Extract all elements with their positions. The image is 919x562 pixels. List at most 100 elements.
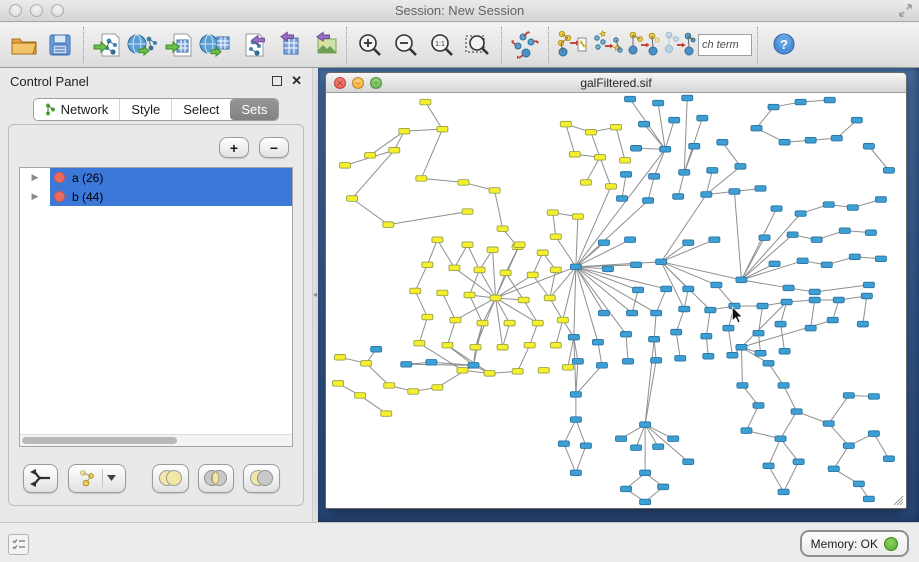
list-item[interactable]: ▶ a (26)	[20, 168, 292, 187]
graph-node	[580, 443, 591, 449]
graph-node	[570, 264, 581, 270]
zoom-out-button[interactable]	[388, 26, 424, 64]
graph-node	[707, 168, 718, 174]
graph-node	[669, 117, 680, 123]
float-panel-button[interactable]	[272, 76, 282, 86]
set-difference-button[interactable]	[243, 464, 280, 493]
graph-node	[809, 297, 820, 303]
graph-node	[562, 365, 573, 371]
graph-node	[781, 299, 792, 305]
fullscreen-icon[interactable]	[898, 3, 913, 18]
graph-node	[755, 186, 766, 192]
zoom-out-icon	[393, 32, 419, 58]
graph-node	[805, 137, 816, 143]
graph-node	[512, 369, 523, 375]
graph-node	[602, 266, 613, 272]
import-network-web-button[interactable]	[125, 26, 161, 64]
save-session-button[interactable]	[42, 26, 78, 64]
splitter-collapse-icon[interactable]: ◂	[313, 290, 317, 299]
graph-node	[420, 99, 431, 105]
import-table-web-icon	[199, 31, 231, 59]
memory-status-button[interactable]: Memory: OK	[800, 530, 909, 557]
graph-node	[736, 344, 747, 350]
graph-node	[381, 411, 392, 417]
graph-node	[432, 237, 443, 243]
graph-node	[355, 393, 366, 399]
graph-node	[605, 184, 616, 190]
tab-style[interactable]: Style	[119, 99, 171, 120]
graph-node	[883, 456, 894, 462]
task-history-button[interactable]	[8, 534, 29, 555]
import-network-file-button[interactable]	[89, 26, 125, 64]
graph-node	[729, 303, 740, 309]
graph-node	[414, 340, 425, 346]
zoom-in-button[interactable]	[352, 26, 388, 64]
set-union-button[interactable]	[152, 464, 189, 493]
graph-node	[462, 209, 473, 215]
control-panel-title: Control Panel	[10, 74, 272, 89]
graph-node	[568, 334, 579, 340]
graph-node	[625, 96, 636, 102]
graph-node	[778, 489, 789, 495]
expand-arrow-icon[interactable]: ▶	[20, 172, 50, 183]
list-item[interactable]: ▶ b (44)	[20, 187, 292, 206]
import-table-web-button[interactable]	[197, 26, 233, 64]
network-canvas[interactable]	[326, 93, 906, 508]
export-table-button[interactable]	[269, 26, 305, 64]
network-frame-titlebar[interactable]: ✕ − + galFiltered.sif	[326, 73, 906, 93]
expand-arrow-icon[interactable]: ▶	[20, 191, 50, 202]
control-panel-tabbar: Network Style Select Sets	[33, 98, 280, 121]
resize-grip[interactable]	[892, 494, 904, 506]
sets-panel: + − ▶ a (26) ▶ b (44)	[8, 124, 304, 506]
graph-node	[737, 383, 748, 389]
graph-node	[843, 443, 854, 449]
graph-node	[547, 210, 558, 216]
graph-node	[661, 286, 672, 292]
graph-node	[422, 262, 433, 268]
export-image-button[interactable]	[305, 26, 341, 64]
network-graph[interactable]	[326, 93, 906, 508]
graph-node	[865, 230, 876, 236]
tab-sets[interactable]: Sets	[230, 99, 278, 120]
scrollbar-thumb[interactable]	[22, 437, 177, 444]
graph-node	[408, 389, 419, 395]
app-titlebar[interactable]: Session: New Session	[0, 0, 919, 22]
graph-node	[811, 237, 822, 243]
import-table-file-button[interactable]	[161, 26, 197, 64]
graph-node	[594, 155, 605, 161]
horizontal-scrollbar[interactable]	[20, 434, 292, 446]
graph-node	[572, 359, 583, 365]
sets-list[interactable]: ▶ a (26) ▶ b (44)	[19, 167, 293, 447]
help-button[interactable]: ?	[771, 32, 797, 58]
graph-node	[384, 383, 395, 389]
create-set-from-network-dropdown-button[interactable]	[68, 464, 126, 493]
tab-network[interactable]: Network	[34, 99, 120, 120]
open-session-button[interactable]	[6, 26, 42, 64]
help-icon: ?	[772, 32, 796, 56]
memory-ok-led	[884, 537, 898, 551]
apply-layout-button[interactable]	[507, 26, 543, 64]
search-input[interactable]	[698, 34, 752, 56]
zoom-fit-button[interactable]	[460, 26, 496, 64]
graph-node	[365, 153, 376, 159]
zoom-actual-size-button[interactable]: 1:1	[424, 26, 460, 64]
graph-node	[675, 356, 686, 362]
graph-node	[787, 232, 798, 238]
add-set-button[interactable]: +	[219, 137, 249, 158]
export-network-icon	[236, 31, 266, 59]
new-network-selected-nodes-all-edges-button[interactable]	[626, 26, 662, 64]
export-network-button[interactable]	[233, 26, 269, 64]
new-network-selected-nodes-selected-edges-button[interactable]	[662, 26, 698, 64]
tab-select[interactable]: Select	[171, 99, 230, 120]
select-first-neighbors-button[interactable]	[590, 26, 626, 64]
graph-node	[416, 176, 427, 182]
graph-node	[524, 342, 535, 348]
new-network-from-selection-button[interactable]	[554, 26, 590, 64]
set-intersection-button[interactable]	[198, 464, 235, 493]
graph-node	[757, 303, 768, 309]
graph-node	[795, 99, 806, 105]
close-panel-button[interactable]: ✕	[291, 76, 302, 86]
split-set-button[interactable]	[23, 464, 58, 493]
remove-set-button[interactable]: −	[259, 137, 289, 158]
export-image-icon	[308, 31, 338, 59]
